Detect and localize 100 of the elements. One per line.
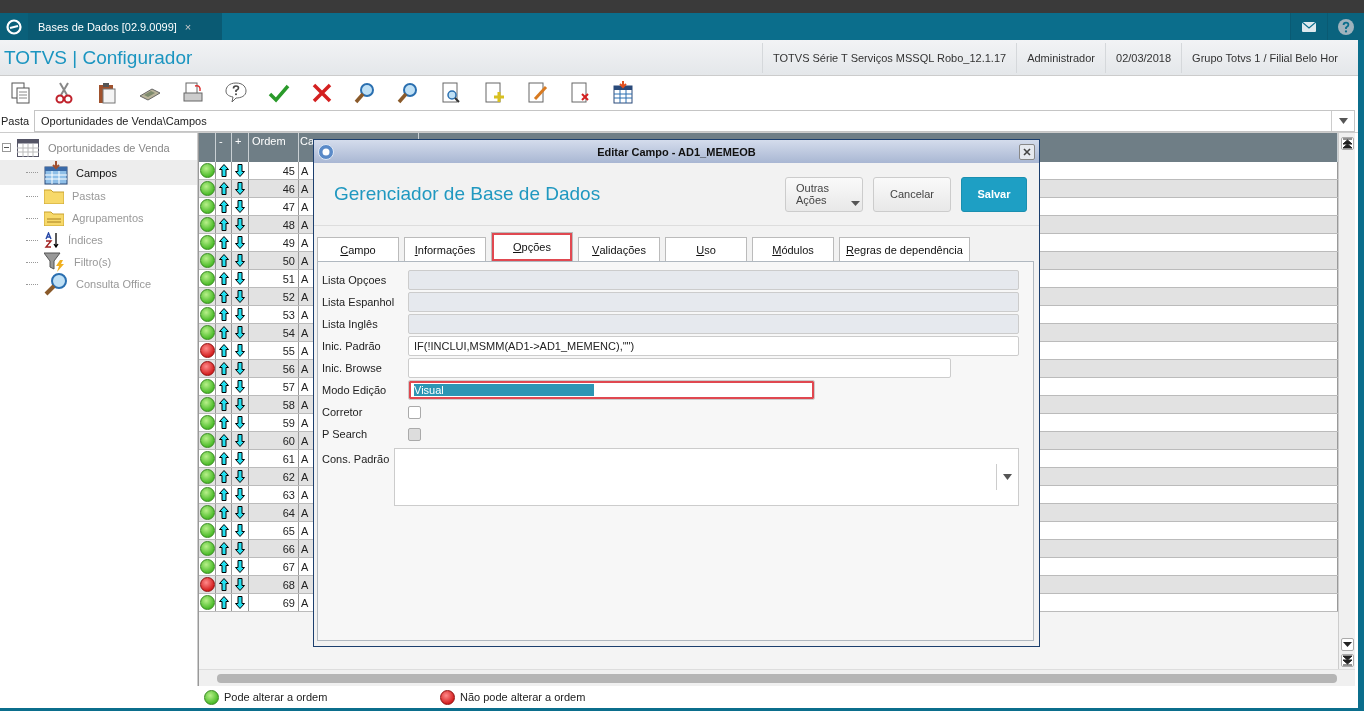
arrow-down-icon[interactable] [235,560,245,573]
arrow-down-icon[interactable] [235,470,245,483]
close-icon [1023,147,1031,156]
arrow-up-icon[interactable] [218,488,229,501]
cancel-button[interactable]: Cancelar [872,176,951,212]
arrow-up-icon[interactable] [218,308,229,321]
arrow-up-icon[interactable] [218,182,229,195]
legend-item: Pode alterar a ordem [204,689,440,705]
logo-icon[interactable] [6,18,22,35]
arrow-down-icon[interactable] [235,578,245,591]
scroll-top-icon[interactable] [1340,137,1354,150]
arrow-up-icon[interactable] [218,344,229,357]
arrow-up-icon[interactable] [218,326,229,339]
header-info: TOTVS Série T Serviços MSSQL Robo_12.1.17 [762,42,1017,73]
arrow-down-icon[interactable] [235,290,245,303]
dropdown-arrow-icon[interactable] [1003,474,1012,480]
arrow-down-icon[interactable] [235,434,245,447]
arrow-up-icon[interactable] [218,254,229,267]
header-info: Grupo Totvs 1 / Filial Belo Hor [1181,42,1348,73]
arrow-up-icon[interactable] [218,164,229,177]
table-icon [17,139,39,157]
scroll-down-icon[interactable] [1340,638,1354,651]
arrow-down-icon[interactable] [235,380,245,393]
tab[interactable]: Regras de dependência [839,237,970,261]
arrow-down-icon[interactable] [235,164,245,177]
arrow-up-icon[interactable] [218,272,229,285]
close-button[interactable]: × [184,20,192,33]
arrow-up-icon[interactable] [218,380,229,393]
tab[interactable]: Módulos [752,237,834,261]
scroll-bottom-icon[interactable] [1340,654,1354,667]
tree-item[interactable]: Campos [0,160,197,185]
tree-item[interactable]: Oportunidades de Venda [48,142,170,154]
arrow-down-icon[interactable] [235,542,245,555]
app-title: TOTVS | Configurador [3,46,193,69]
arrow-up-icon[interactable] [218,578,229,591]
arrow-down-icon[interactable] [235,488,245,501]
search-icon [44,272,68,296]
input-field[interactable]: IF(!INCLUI,MSMM(AD1->AD1_MEMENC),"") [408,336,1019,356]
arrow-down-icon[interactable] [235,452,245,465]
folder-icon [44,188,64,204]
folder-dropdown[interactable]: Oportunidades de Venda\Campos [34,110,1355,132]
arrow-down-icon[interactable] [235,344,245,357]
input-field[interactable] [408,358,951,378]
arrow-up-icon[interactable] [218,542,229,555]
field-label: Inic. Browse [322,362,383,374]
table-icon [44,160,68,185]
arrow-down-icon[interactable] [235,362,245,375]
arrow-up-icon[interactable] [218,200,229,213]
field-value: Visual [414,384,594,396]
actions-menu-button[interactable]: Outras Ações [784,176,863,212]
arrow-up-icon[interactable] [218,470,229,483]
arrow-up-icon[interactable] [218,290,229,303]
arrow-up-icon[interactable] [218,218,229,231]
tab[interactable]: Opções [491,232,573,261]
dialog-title: Editar Campo - AD1_MEMEOB [596,145,757,158]
arrow-up-icon[interactable] [218,236,229,249]
header-info: Administrador [1016,42,1105,73]
arrow-down-icon[interactable] [235,416,245,429]
tab[interactable]: Uso [665,237,747,261]
folder-icon [44,210,64,226]
arrow-down-icon[interactable] [235,398,245,411]
arrow-down-icon[interactable] [235,254,245,267]
arrow-up-icon[interactable] [218,560,229,573]
legend-item: Não pode alterar a ordem [440,689,676,705]
collapse-toggle[interactable] [2,142,11,154]
arrow-down-icon[interactable] [235,218,245,231]
arrow-down-icon[interactable] [235,524,245,537]
arrow-down-icon[interactable] [235,200,245,213]
field-label: Lista Opçoes [322,274,388,286]
arrow-up-icon[interactable] [218,452,229,465]
arrow-up-icon[interactable] [218,362,229,375]
field-label: Lista Espanhol [322,296,396,308]
tab[interactable]: Informações [404,237,486,261]
arrow-up-icon[interactable] [218,434,229,447]
arrow-up-icon[interactable] [218,398,229,411]
checkbox[interactable] [408,405,421,419]
sort-icon [44,232,60,248]
close-button[interactable] [1019,143,1035,160]
help-icon[interactable] [1338,18,1354,35]
arrow-up-icon[interactable] [218,506,229,519]
tab[interactable]: Campo [317,237,399,261]
field-label: Inic. Padrão [322,340,382,352]
arrow-up-icon[interactable] [218,596,229,609]
arrow-down-icon[interactable] [235,506,245,519]
folder-label: Pasta [0,115,31,127]
app-tab[interactable]: Bases de Dados [02.9.0099] × [28,13,222,40]
arrow-down-icon[interactable] [235,182,245,195]
arrow-down-icon[interactable] [235,596,245,609]
tab-title: Bases de Dados [02.9.0099] [38,20,177,33]
arrow-up-icon[interactable] [218,416,229,429]
arrow-down-icon[interactable] [235,326,245,339]
arrow-down-icon[interactable] [235,308,245,321]
arrow-down-icon[interactable] [235,272,245,285]
arrow-down-icon[interactable] [235,236,245,249]
horizontal-scrollbar[interactable] [199,669,1355,686]
vertical-scrollbar[interactable] [1338,133,1355,669]
tab[interactable]: Validações [578,237,660,261]
caret-icon [850,200,860,206]
mail-icon[interactable] [1302,21,1316,32]
arrow-up-icon[interactable] [218,524,229,537]
